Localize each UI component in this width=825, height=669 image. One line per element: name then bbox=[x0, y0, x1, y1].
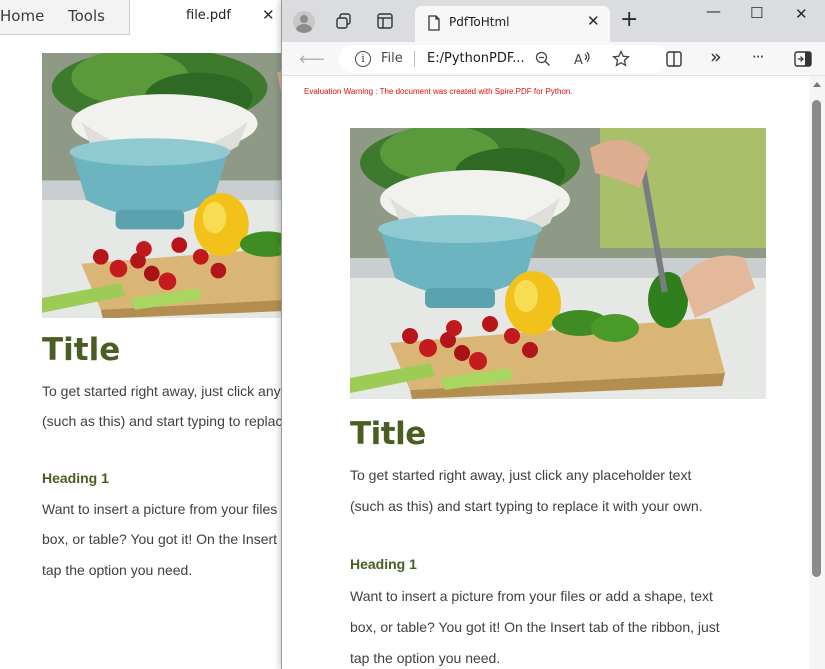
url-text[interactable]: E:/PythonPDF... bbox=[427, 51, 525, 66]
back-arrow-icon[interactable]: ⟵ bbox=[299, 49, 325, 70]
document-heading: Heading 1 bbox=[350, 556, 417, 572]
workspaces-icon[interactable] bbox=[335, 12, 353, 30]
tools-tab[interactable]: Tools bbox=[48, 0, 130, 35]
document-paragraph-line: box, or table? You got it! On the Insert… bbox=[350, 619, 720, 635]
document-paragraph-line: tap the option you need. bbox=[350, 650, 501, 666]
document-title: Title bbox=[350, 416, 426, 452]
document-title: Title bbox=[42, 332, 121, 368]
menu-icon[interactable]: ··· bbox=[752, 48, 764, 66]
document-heading: Heading 1 bbox=[42, 470, 109, 486]
scrollbar-thumb[interactable] bbox=[812, 100, 821, 577]
document-food-image bbox=[42, 53, 282, 318]
scheme-label: File bbox=[381, 51, 403, 66]
page-icon bbox=[428, 15, 440, 31]
document-paragraph-line: Want to insert a picture from your files… bbox=[350, 588, 713, 604]
minimize-button[interactable]: — bbox=[706, 2, 721, 20]
url-box[interactable]: i File E:/PythonPDF... A bbox=[339, 45, 669, 73]
tab-title: PdfToHtml bbox=[449, 15, 510, 29]
svg-text:A: A bbox=[574, 53, 583, 67]
split-screen-icon[interactable] bbox=[665, 50, 683, 68]
read-aloud-icon[interactable]: A bbox=[574, 51, 592, 67]
zoom-icon[interactable] bbox=[535, 51, 551, 67]
page-viewport: Evaluation Warning : The document was cr… bbox=[282, 76, 825, 669]
new-tab-button[interactable]: + bbox=[620, 9, 638, 31]
more-tools-icon[interactable]: » bbox=[710, 46, 722, 68]
document-paragraph-line: (such as this) and start typing to repla… bbox=[350, 498, 703, 514]
document-paragraph-line: To get started right away, just click an… bbox=[350, 467, 692, 483]
tab-pdftohtml[interactable]: PdfToHtml ✕ bbox=[415, 6, 610, 42]
browser-titlebar: PdfToHtml ✕ + — ☐ ✕ bbox=[282, 0, 825, 42]
tab-close-button[interactable]: ✕ bbox=[587, 12, 600, 30]
info-icon[interactable]: i bbox=[355, 51, 371, 67]
close-window-button[interactable]: ✕ bbox=[795, 5, 808, 23]
document-paragraph-line: tap the option you need. bbox=[42, 562, 193, 578]
scroll-up-arrow-icon[interactable] bbox=[813, 82, 821, 87]
pdf-viewer-document: Title To get started right away, just cl… bbox=[0, 35, 282, 669]
file-tab-label: file.pdf bbox=[186, 8, 232, 23]
file-tab-close-button[interactable]: ✕ bbox=[262, 6, 275, 24]
file-tab[interactable]: file.pdf ✕ bbox=[130, 0, 282, 35]
browser-window: PdfToHtml ✕ + — ☐ ✕ ⟵ i File E:/PythonPD… bbox=[281, 0, 825, 669]
url-divider bbox=[414, 51, 415, 67]
sidebar-icon[interactable] bbox=[794, 51, 812, 67]
profile-avatar[interactable] bbox=[293, 11, 315, 33]
tab-actions-icon[interactable] bbox=[376, 12, 394, 30]
home-tab[interactable]: Home bbox=[0, 0, 48, 35]
favorite-star-icon[interactable] bbox=[612, 50, 630, 68]
evaluation-warning: Evaluation Warning : The document was cr… bbox=[304, 87, 573, 96]
document-food-image bbox=[350, 128, 766, 399]
document-paragraph-line: To get started right away, just click an… bbox=[42, 383, 282, 399]
address-bar: ⟵ i File E:/PythonPDF... A » ··· bbox=[282, 42, 825, 76]
document-paragraph-line: box, or table? You got it! On the Insert… bbox=[42, 531, 282, 547]
document-paragraph-line: (such as this) and start typing to repla… bbox=[42, 413, 282, 429]
maximize-button[interactable]: ☐ bbox=[750, 4, 763, 22]
document-paragraph-line: Want to insert a picture from your files… bbox=[42, 501, 282, 517]
vertical-scrollbar[interactable] bbox=[809, 76, 825, 669]
